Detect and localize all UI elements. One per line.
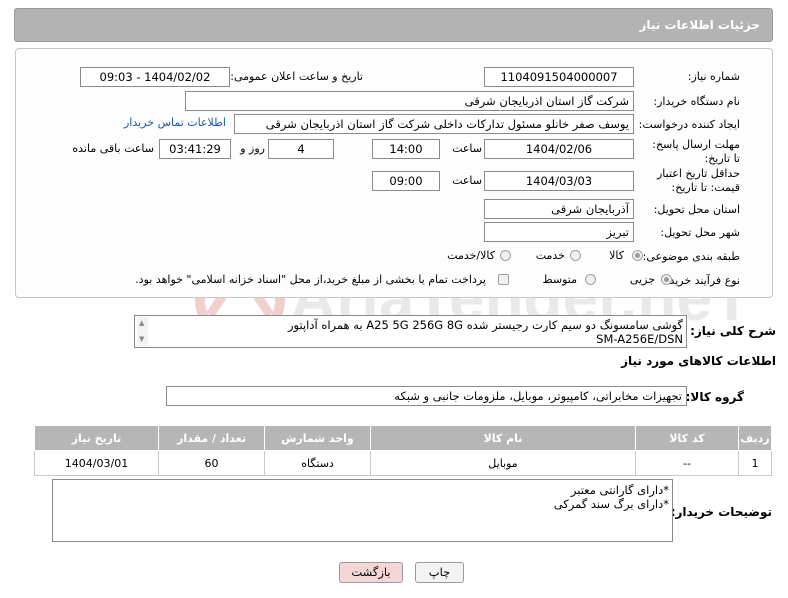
description-line-1: گوشی سامسونگ دو سیم کارت رجیستر شده A25 … xyxy=(287,318,683,332)
row-qty: 60 xyxy=(158,450,265,476)
column-header: کد کالا xyxy=(635,425,739,451)
goods-group-label: گروه کالا: xyxy=(685,390,744,404)
process-radio-medium[interactable] xyxy=(585,274,596,285)
category-radio-goods[interactable] xyxy=(632,250,643,261)
remaining-time-label: ساعت باقی مانده xyxy=(72,142,154,155)
requester-field[interactable]: یوسف صفر خانلو مسئول تدارکات داخلی شرکت … xyxy=(234,114,634,134)
province-label: استان محل تحویل: xyxy=(653,203,740,216)
treasury-payment-checkbox[interactable] xyxy=(498,274,509,285)
province-field[interactable]: آذربایجان شرقی xyxy=(484,199,634,219)
page-title: جزئیات اطلاعات نیاز xyxy=(639,18,760,32)
category-option-goods-service: کالا/خدمت xyxy=(447,249,495,262)
row-unit: دستگاه xyxy=(264,450,371,476)
price-deadline-label: حداقل تاریخ اعتبار قیمت: تا تاریخ: xyxy=(656,167,740,194)
process-option-medium: متوسط xyxy=(542,273,577,286)
remaining-time-field[interactable]: 03:41:29 xyxy=(159,139,231,159)
description-line-2: SM-A256E/DSN xyxy=(596,332,683,346)
category-option-goods: کالا xyxy=(609,249,624,262)
row-index: 1 xyxy=(738,450,772,476)
table-header-row: ردیف کد کالا نام کالا واحد شمارش تعداد /… xyxy=(34,425,772,451)
goods-group-field[interactable]: تجهیزات مخابراتی، کامپیوتر، موبایل، ملزو… xyxy=(166,386,687,406)
city-field[interactable]: تبریز xyxy=(484,222,634,242)
description-scrollbar[interactable]: ▲ ▼ xyxy=(137,317,148,346)
scroll-up-icon[interactable]: ▲ xyxy=(139,319,144,327)
price-time-label: ساعت xyxy=(452,174,482,187)
category-option-service: خدمت xyxy=(535,249,565,262)
goods-section-title: اطلاعات کالاهای مورد نیاز xyxy=(621,354,776,368)
print-button[interactable]: چاپ xyxy=(415,562,464,583)
reply-date-field[interactable]: 1404/02/06 xyxy=(484,139,634,159)
buyer-contact-link[interactable]: اطلاعات تماس خریدار xyxy=(124,116,226,129)
description-label: شرح کلی نیاز: xyxy=(690,324,776,338)
reply-deadline-label: مهلت ارسال پاسخ: تا تاریخ: xyxy=(652,138,740,165)
row-name: موبایل xyxy=(370,450,636,476)
column-header: واحد شمارش xyxy=(264,425,371,451)
announce-datetime-field[interactable]: 1404/02/02 - 09:03 xyxy=(80,67,230,87)
announce-label: تاریخ و ساعت اعلان عمومی: xyxy=(230,70,363,83)
column-header: ردیف xyxy=(738,425,772,451)
requester-label: ایجاد کننده درخواست: xyxy=(638,118,740,131)
buyer-notes-line-2: *دارای برگ سند گمرکی xyxy=(553,497,669,511)
page-header: جزئیات اطلاعات نیاز xyxy=(14,8,773,42)
process-label: نوع فرآیند خرید : xyxy=(662,274,740,287)
goods-table: ردیف کد کالا نام کالا واحد شمارش تعداد /… xyxy=(34,425,772,476)
days-label: روز و xyxy=(240,142,265,155)
need-number-label: شماره نیاز: xyxy=(687,70,740,83)
table-row[interactable]: 1 -- موبایل دستگاه 60 1404/03/01 xyxy=(34,450,772,476)
process-radio-minor[interactable] xyxy=(661,274,672,285)
buyer-notes-line-1: *دارای گارانتی معتبر xyxy=(570,483,669,497)
scroll-down-icon[interactable]: ▼ xyxy=(139,335,144,343)
column-header: تاریخ نیاز xyxy=(34,425,159,451)
buyer-notes-label: توضیحات خریدار: xyxy=(670,505,772,519)
days-remaining-field[interactable]: 4 xyxy=(268,139,334,159)
reply-time-field[interactable]: 14:00 xyxy=(372,139,440,159)
category-radio-service[interactable] xyxy=(570,250,581,261)
process-option-minor: جزیی xyxy=(629,273,655,286)
buyer-org-label: نام دستگاه خریدار: xyxy=(653,95,740,108)
city-label: شهر محل تحویل: xyxy=(660,226,740,239)
column-header: تعداد / مقدار xyxy=(158,425,265,451)
row-code: -- xyxy=(635,450,739,476)
row-date: 1404/03/01 xyxy=(34,450,159,476)
column-header: نام کالا xyxy=(370,425,636,451)
buyer-org-field[interactable]: شرکت گاز استان اذربایجان شرقی xyxy=(185,91,634,111)
price-date-field[interactable]: 1404/03/03 xyxy=(484,171,634,191)
reply-time-label: ساعت xyxy=(452,142,482,155)
price-time-field[interactable]: 09:00 xyxy=(372,171,440,191)
back-button[interactable]: بازگشت xyxy=(339,562,403,583)
category-radio-goods-service[interactable] xyxy=(500,250,511,261)
category-label: طبقه بندی موضوعی: xyxy=(642,250,740,263)
buyer-notes-textarea[interactable]: *دارای گارانتی معتبر *دارای برگ سند گمرک… xyxy=(52,479,673,542)
description-textarea[interactable]: گوشی سامسونگ دو سیم کارت رجیستر شده A25 … xyxy=(134,315,687,348)
treasury-payment-note: پرداخت تمام یا بخشی از مبلغ خرید،از محل … xyxy=(135,273,486,286)
need-number-field[interactable]: 1104091504000007 xyxy=(484,67,634,87)
